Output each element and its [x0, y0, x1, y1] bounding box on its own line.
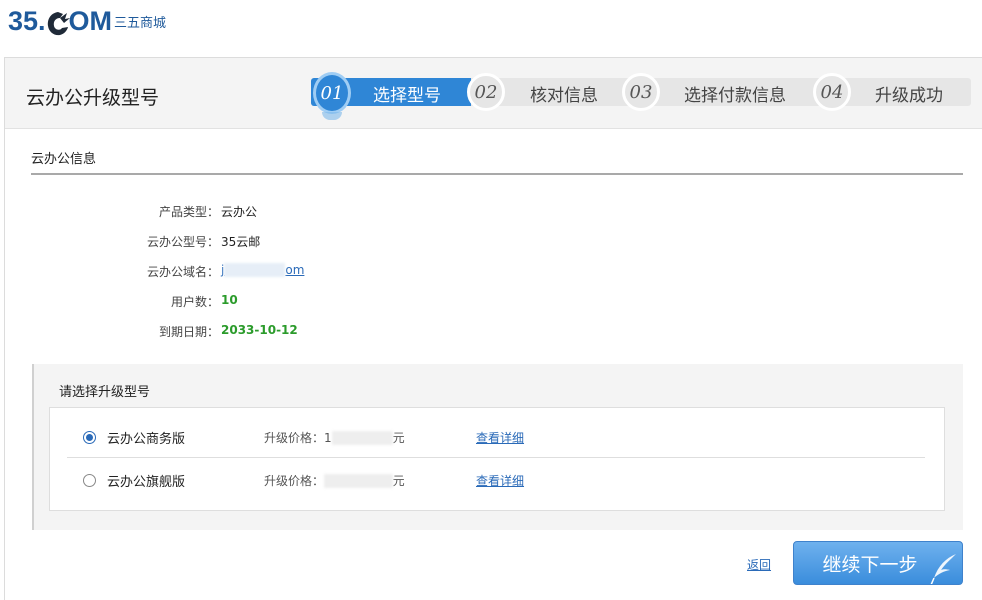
back-link[interactable]: 返回 [747, 556, 771, 573]
info-row-model: 云办公型号： 35云邮 [5, 233, 405, 253]
view-detail-link[interactable]: 查看详细 [476, 472, 524, 489]
info-label: 云办公型号： [146, 235, 219, 249]
info-row-expiry: 到期日期： 2033-10-12 [5, 323, 405, 343]
masked-domain [224, 263, 286, 277]
section-divider [31, 173, 963, 175]
logo-subtitle: 三五商城 [114, 16, 167, 31]
main-frame: 云办公升级型号 01 选择型号 02 核对信息 03 选择付款信息 04 升级成… [4, 57, 982, 600]
info-label: 到期日期： [158, 325, 219, 339]
info-label: 用户数： [170, 295, 219, 309]
step-2: 02 核对信息 [467, 73, 627, 111]
option-row[interactable]: 云办公商务版 升级价格： 1 元 查看详细 [67, 418, 925, 458]
info-label: 云办公域名： [146, 265, 219, 279]
step-4-number: 04 [813, 73, 851, 111]
page-title: 云办公升级型号 [26, 87, 160, 109]
section-title-info: 云办公信息 [31, 152, 97, 167]
info-label: 产品类型： [158, 205, 219, 219]
radio-flagship[interactable] [83, 473, 96, 487]
domain-suffix: om [285, 263, 305, 277]
price-label: 升级价格： [264, 473, 325, 488]
logo-text-right: OM [68, 6, 113, 36]
step-1: 01 选择型号 [311, 72, 471, 120]
info-row-users: 用户数： 10 [5, 293, 405, 313]
view-detail-link[interactable]: 查看详细 [476, 429, 524, 446]
price-value: 1 元 [324, 429, 405, 446]
next-step-button[interactable]: 继续下一步 [793, 541, 963, 585]
user-count: 10 [221, 293, 238, 307]
upgrade-panel: 请选择升级型号 云办公商务版 升级价格： 1 元 查看详细 云办公旗舰版 升级价… [32, 364, 963, 530]
step-3: 03 选择付款信息 [622, 73, 812, 111]
step-4-label: 升级成功 [875, 86, 943, 106]
domain-link[interactable]: j om [221, 263, 304, 277]
upgrade-options: 云办公商务版 升级价格： 1 元 查看详细 云办公旗舰版 升级价格： 元 查看详… [49, 407, 945, 511]
dragon-logo-icon [47, 12, 70, 36]
info-row-product-type: 产品类型： 云办公 [5, 203, 405, 223]
info-value: 云办公 [221, 205, 258, 219]
info-value: 35云邮 [221, 235, 261, 249]
price-start: 1 [324, 431, 332, 445]
radio-business[interactable] [83, 431, 96, 444]
price-value: 元 [324, 472, 405, 489]
price-unit: 元 [392, 431, 405, 445]
step-1-number: 01 [313, 72, 351, 114]
info-row-domain: 云办公域名： j om [5, 263, 405, 283]
step-3-label: 选择付款信息 [684, 86, 786, 106]
active-step-pointer [322, 112, 342, 120]
masked-price [331, 431, 393, 445]
step-4: 04 升级成功 [813, 73, 971, 111]
step-1-label: 选择型号 [373, 86, 441, 106]
expiry-date: 2033-10-12 [221, 323, 298, 337]
step-2-number: 02 [467, 73, 505, 111]
progress-steps: 01 选择型号 02 核对信息 03 选择付款信息 04 升级成功 [311, 72, 971, 120]
price-label: 升级价格： [264, 431, 325, 445]
option-name: 云办公商务版 [107, 432, 186, 447]
price-unit: 元 [392, 473, 405, 488]
step-3-number: 03 [622, 73, 660, 111]
feather-icon [930, 554, 956, 584]
logo-text-left: 35. [8, 6, 46, 36]
site-logo[interactable]: 35. OM 三五商城 [8, 2, 166, 36]
option-name: 云办公旗舰版 [107, 474, 186, 490]
next-step-label: 继续下一步 [822, 553, 918, 576]
step-2-label: 核对信息 [530, 86, 598, 106]
header-bar: 云办公升级型号 01 选择型号 02 核对信息 03 选择付款信息 04 升级成… [5, 58, 982, 129]
option-row[interactable]: 云办公旗舰版 升级价格： 元 查看详细 [67, 460, 925, 500]
upgrade-title: 请选择升级型号 [59, 385, 151, 400]
masked-price [324, 473, 393, 488]
